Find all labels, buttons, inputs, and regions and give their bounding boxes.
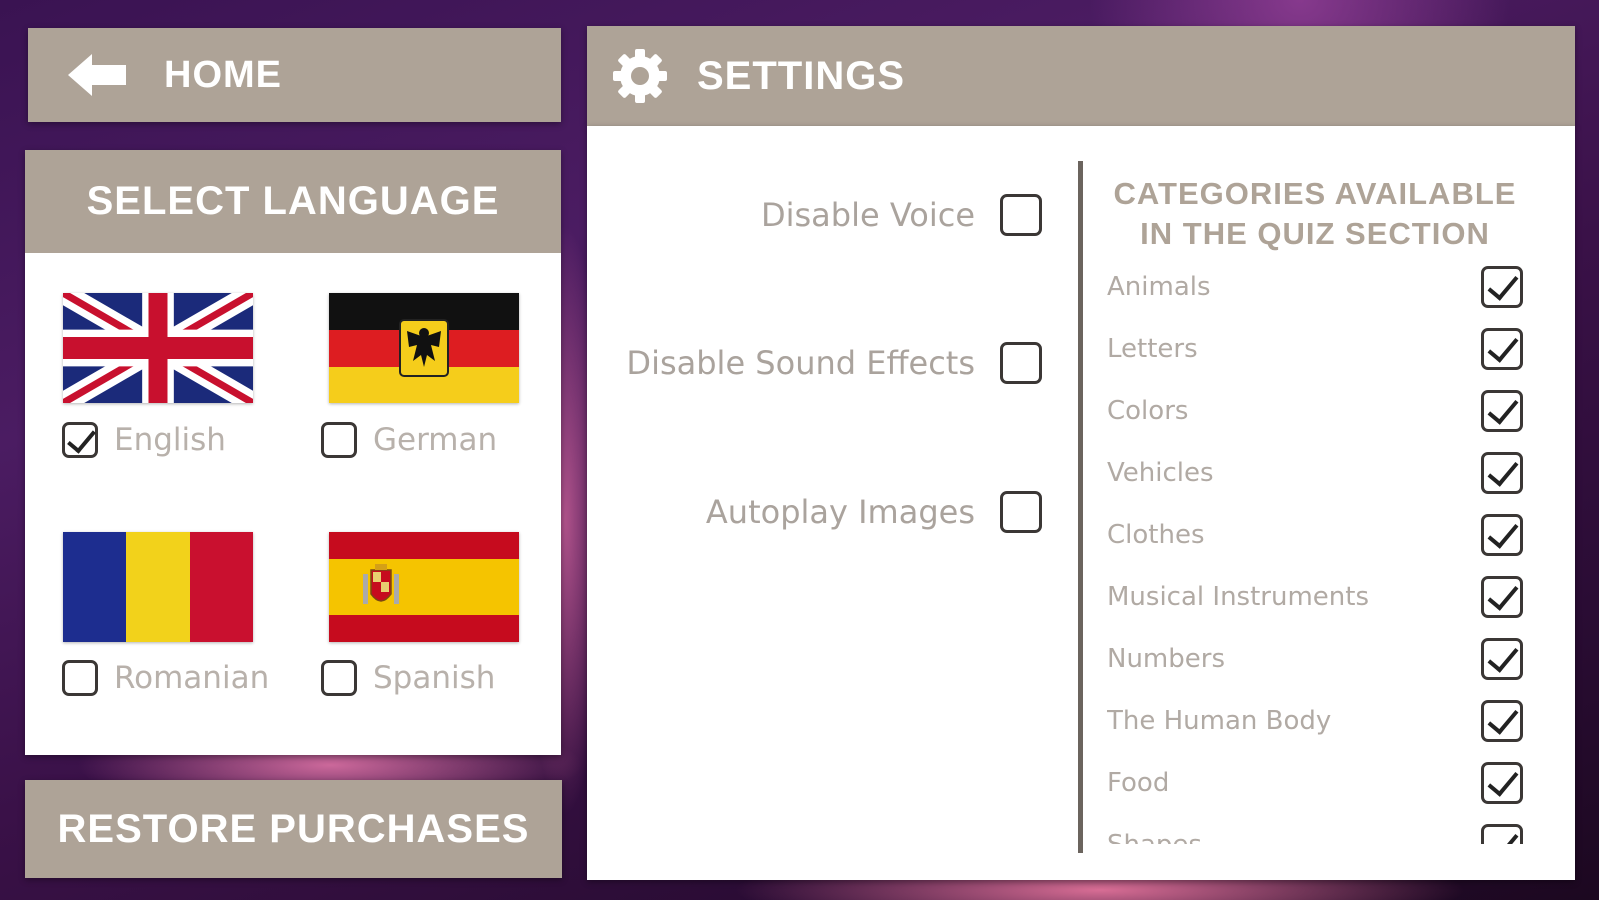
restore-purchases-label: RESTORE PURCHASES: [57, 806, 530, 851]
category-row[interactable]: Letters: [1107, 318, 1529, 380]
language-option-german[interactable]: German: [321, 422, 497, 458]
category-checkbox[interactable]: [1481, 638, 1523, 680]
category-label: Vehicles: [1107, 458, 1214, 488]
category-label: The Human Body: [1107, 706, 1332, 736]
category-checkbox[interactable]: [1481, 514, 1523, 556]
gear-icon: [613, 49, 667, 103]
category-checkbox[interactable]: [1481, 390, 1523, 432]
settings-panel: Disable Voice Disable Sound Effects Auto…: [587, 126, 1575, 880]
category-label: Letters: [1107, 334, 1198, 364]
home-label: HOME: [164, 53, 282, 96]
language-label: English: [114, 422, 226, 458]
category-checkbox[interactable]: [1481, 762, 1523, 804]
option-disable-voice[interactable]: Disable Voice: [761, 194, 1042, 236]
romania-flag-icon[interactable]: [63, 532, 253, 642]
category-label: Animals: [1107, 272, 1211, 302]
options-column: Disable Voice Disable Sound Effects Auto…: [587, 126, 1042, 626]
category-row[interactable]: The Human Body: [1107, 690, 1529, 752]
option-label: Autoplay Images: [705, 493, 975, 531]
option-disable-sound-effects[interactable]: Disable Sound Effects: [626, 342, 1042, 384]
language-option-spanish[interactable]: Spanish: [321, 660, 495, 696]
category-checkbox[interactable]: [1481, 824, 1523, 844]
category-row[interactable]: Food: [1107, 752, 1529, 814]
disable-voice-checkbox[interactable]: [1000, 194, 1042, 236]
category-label: Clothes: [1107, 520, 1205, 550]
settings-title: SETTINGS: [697, 53, 906, 98]
category-checkbox[interactable]: [1481, 576, 1523, 618]
english-checkbox[interactable]: [62, 422, 98, 458]
german-checkbox[interactable]: [321, 422, 357, 458]
category-row[interactable]: Vehicles: [1107, 442, 1529, 504]
spanish-checkbox[interactable]: [321, 660, 357, 696]
language-option-english[interactable]: English: [62, 422, 226, 458]
category-checkbox[interactable]: [1481, 452, 1523, 494]
uk-flag-icon[interactable]: [63, 293, 253, 403]
option-label: Disable Voice: [760, 196, 975, 234]
category-row[interactable]: Musical Instruments: [1107, 566, 1529, 628]
categories-title: CATEGORIES AVAILABLE IN THE QUIZ SECTION: [1095, 174, 1535, 254]
option-autoplay-images[interactable]: Autoplay Images: [706, 491, 1042, 533]
category-row[interactable]: Clothes: [1107, 504, 1529, 566]
coat-of-arms-icon: [363, 564, 399, 604]
category-row[interactable]: Numbers: [1107, 628, 1529, 690]
germany-flag-icon[interactable]: [329, 293, 519, 403]
category-label: Numbers: [1107, 644, 1225, 674]
language-panel-title: SELECT LANGUAGE: [25, 150, 561, 253]
category-label: Shapes: [1107, 830, 1202, 844]
disable-sound-effects-checkbox[interactable]: [1000, 342, 1042, 384]
categories-title-line: IN THE QUIZ SECTION: [1140, 216, 1490, 251]
category-row[interactable]: Shapes: [1107, 814, 1529, 844]
category-checkbox[interactable]: [1481, 266, 1523, 308]
autoplay-images-checkbox[interactable]: [1000, 491, 1042, 533]
category-label: Food: [1107, 768, 1170, 798]
settings-header: SETTINGS: [587, 26, 1575, 126]
eagle-emblem-icon: [399, 319, 449, 377]
language-option-romanian[interactable]: Romanian: [62, 660, 269, 696]
language-label: Romanian: [114, 660, 270, 696]
categories-title-line: CATEGORIES AVAILABLE: [1113, 176, 1517, 211]
category-checkbox[interactable]: [1481, 328, 1523, 370]
spain-flag-icon[interactable]: [329, 532, 519, 642]
category-label: Colors: [1107, 396, 1189, 426]
category-row[interactable]: Colors: [1107, 380, 1529, 442]
language-label: Spanish: [373, 660, 496, 696]
language-panel: SELECT LANGUAGE English German Romanian …: [25, 150, 561, 755]
romanian-checkbox[interactable]: [62, 660, 98, 696]
category-label: Musical Instruments: [1107, 582, 1369, 612]
option-label: Disable Sound Effects: [626, 344, 975, 382]
category-row[interactable]: Animals: [1107, 256, 1529, 318]
back-arrow-icon: [68, 54, 126, 96]
categories-list[interactable]: Animals Letters Colors Vehicles Clothes Music…: [1107, 256, 1537, 844]
category-checkbox[interactable]: [1481, 700, 1523, 742]
column-divider: [1078, 161, 1083, 853]
home-button[interactable]: HOME: [28, 28, 561, 122]
restore-purchases-button[interactable]: RESTORE PURCHASES: [25, 780, 562, 878]
language-label: German: [373, 422, 498, 458]
